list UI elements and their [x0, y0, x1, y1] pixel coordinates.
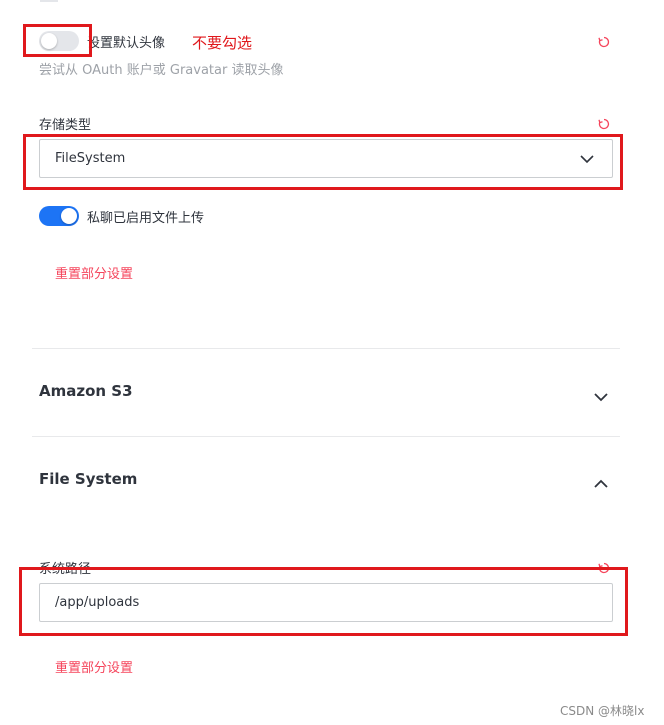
- annotation-box-storage: [23, 134, 623, 190]
- watermark: CSDN @林晓lx: [560, 704, 645, 718]
- top-partial-bar: [40, 0, 58, 2]
- storage-type-label: 存储类型: [39, 118, 92, 133]
- reset-section-button[interactable]: 重置部分设置: [55, 657, 133, 676]
- section-title: File System: [39, 470, 138, 488]
- chevron-down-icon: [594, 387, 608, 406]
- default-avatar-label: 设置默认头像: [87, 36, 166, 51]
- reset-section-button[interactable]: 重置部分设置: [55, 263, 133, 282]
- chevron-up-icon: [594, 474, 608, 493]
- reset-icon[interactable]: [598, 118, 610, 130]
- section-title: Amazon S3: [39, 382, 133, 400]
- annotation-box-path: [19, 567, 628, 636]
- annotation-text: 不要勾选: [192, 34, 253, 52]
- annotation-box-toggle: [23, 24, 92, 57]
- toggle-knob: [61, 208, 77, 224]
- section-header-file-system[interactable]: File System: [32, 438, 620, 524]
- dm-upload-toggle[interactable]: [39, 206, 79, 226]
- section-divider: [32, 436, 620, 437]
- default-avatar-hint: 尝试从 OAuth 账户或 Gravatar 读取头像: [39, 63, 284, 78]
- section-header-amazon-s3[interactable]: Amazon S3: [32, 350, 620, 436]
- section-divider: [32, 348, 620, 349]
- reset-icon[interactable]: [598, 36, 610, 48]
- dm-upload-label: 私聊已启用文件上传: [87, 211, 205, 226]
